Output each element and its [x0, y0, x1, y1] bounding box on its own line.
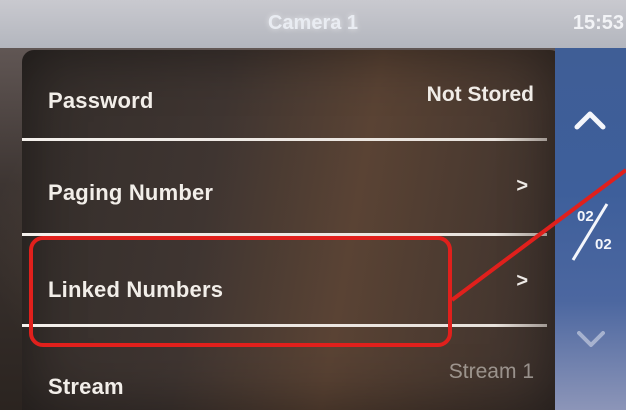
clock: 15:53 — [572, 12, 624, 34]
page-current: 02 — [577, 208, 594, 225]
annotation-highlight-box — [29, 236, 452, 347]
settings-list: Password Not Stored Paging Number > Link… — [22, 50, 562, 410]
window-title: Camera 1 — [267, 12, 359, 34]
divider — [22, 138, 547, 141]
menu-item-paging-number[interactable]: Paging Number > — [22, 142, 562, 232]
menu-item-label: Paging Number — [48, 180, 214, 205]
menu-item-password[interactable]: Password Not Stored — [22, 50, 562, 140]
menu-item-label: Stream — [48, 374, 124, 399]
password-status: Not Stored — [426, 83, 534, 106]
title-bar: Camera 1 15:53 — [0, 0, 626, 48]
page-total: 02 — [595, 236, 612, 253]
chevron-right-icon: > — [516, 175, 528, 197]
scroll-sidebar: 02 02 — [555, 48, 626, 410]
chevron-up-icon[interactable] — [573, 103, 607, 137]
stream-value: Stream 1 — [448, 360, 534, 383]
menu-item-label: Password — [48, 88, 154, 113]
page-indicator: 02 02 — [563, 198, 619, 268]
chevron-right-icon: > — [516, 270, 528, 292]
chevron-down-icon[interactable] — [575, 323, 607, 355]
